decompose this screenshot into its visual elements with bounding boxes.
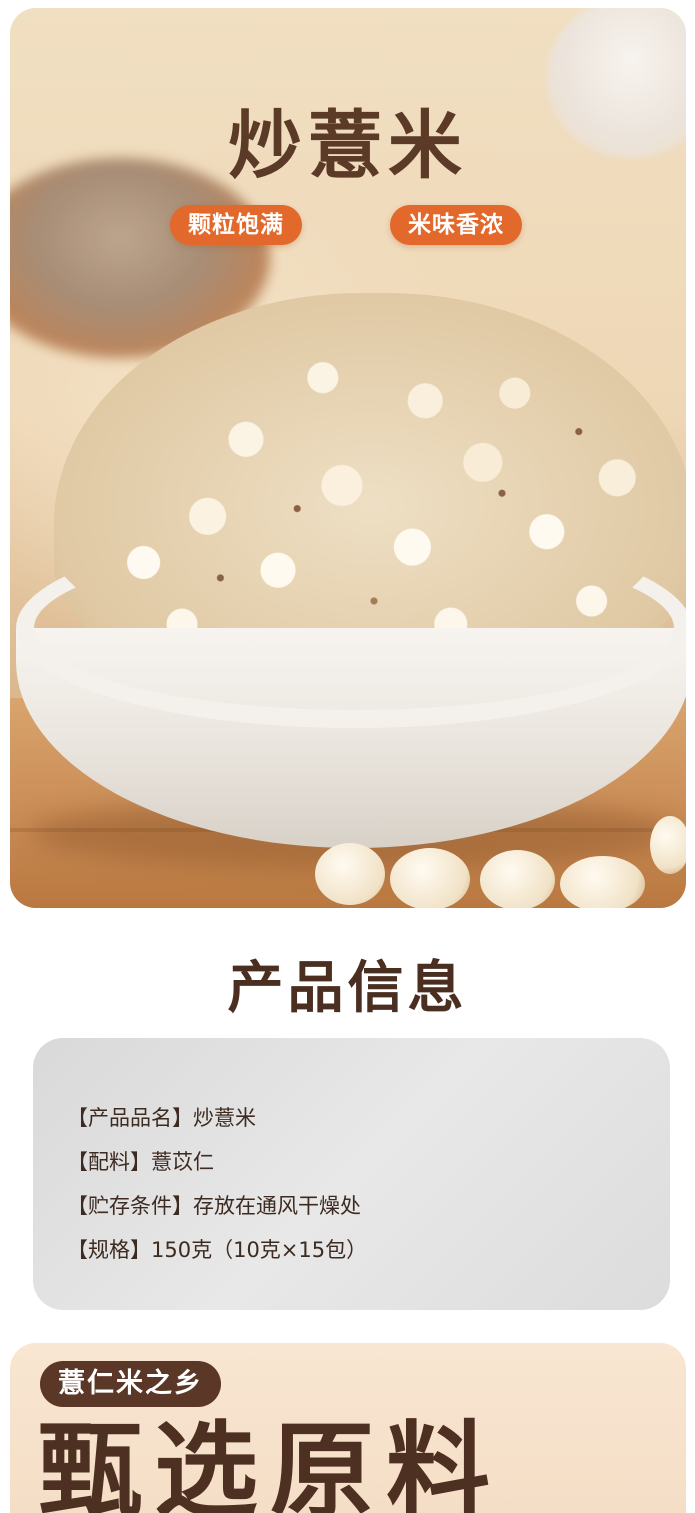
white-bowl-image bbox=[16, 528, 686, 848]
origin-badge: 薏仁米之乡 bbox=[40, 1361, 221, 1407]
product-title: 炒薏米 bbox=[228, 103, 468, 189]
info-ingredients: 【配料】薏苡仁 bbox=[67, 1150, 214, 1174]
loose-kernel bbox=[315, 843, 385, 905]
origin-section: 薏仁米之乡 甄选原料 bbox=[10, 1343, 686, 1513]
product-info-card: 【产品品名】炒薏米 【配料】薏苡仁 【贮存条件】存放在通风干燥处 【规格】150… bbox=[33, 1038, 670, 1310]
feature-tag-aroma: 米味香浓 bbox=[390, 205, 522, 245]
loose-kernel bbox=[560, 856, 645, 908]
product-info-title: 产品信息 bbox=[227, 956, 468, 1021]
feature-tag-plump: 颗粒饱满 bbox=[170, 205, 302, 245]
loose-kernel bbox=[480, 850, 555, 908]
info-spec: 【规格】150克（10克×15包） bbox=[67, 1238, 368, 1262]
info-product-name: 【产品品名】炒薏米 bbox=[67, 1106, 256, 1130]
hero-banner: 炒薏米 颗粒饱满 米味香浓 bbox=[10, 8, 686, 908]
loose-kernel bbox=[650, 816, 686, 874]
loose-kernel bbox=[390, 848, 470, 908]
info-storage: 【贮存条件】存放在通风干燥处 bbox=[67, 1194, 361, 1218]
